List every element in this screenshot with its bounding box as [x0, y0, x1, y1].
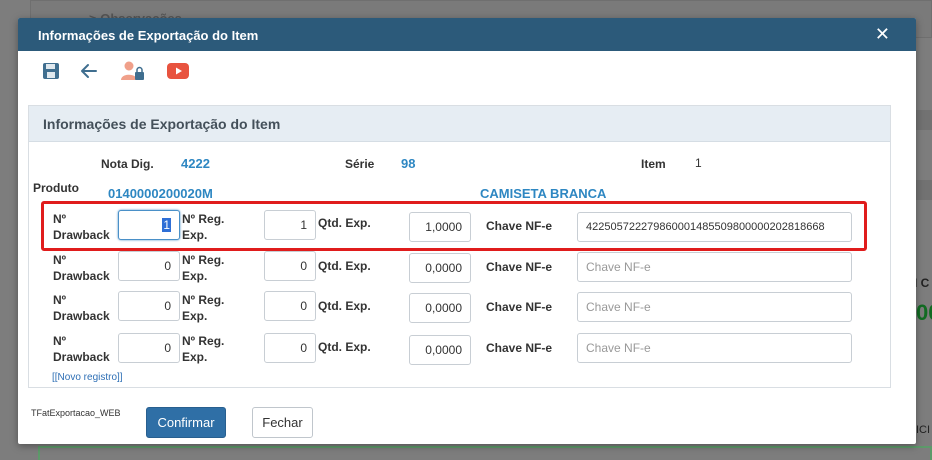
- reg-exp-label: Nº Reg. Exp.: [182, 293, 225, 323]
- youtube-icon[interactable]: [166, 60, 190, 82]
- chave-input[interactable]: Chave NF-e: [577, 292, 852, 322]
- drawback-input[interactable]: 0: [118, 333, 180, 363]
- drawback-input[interactable]: 1: [118, 210, 180, 240]
- produto-code: 0140000200020M: [108, 186, 213, 201]
- modal-title: Informações de Exportação do Item: [38, 28, 259, 43]
- export-info-modal: Informações de Exportação do Item ✕ Info…: [18, 18, 916, 444]
- qtd-exp-label: Qtd. Exp.: [318, 299, 371, 313]
- produto-description: CAMISETA BRANCA: [480, 186, 607, 201]
- save-icon[interactable]: [40, 60, 62, 82]
- modal-header: Informações de Exportação do Item ✕: [18, 18, 916, 51]
- drawback-value: 1: [162, 218, 171, 232]
- reg-exp-label: Nº Reg. Exp.: [182, 334, 225, 364]
- drawback-input[interactable]: 0: [118, 291, 180, 321]
- qtd-exp-input[interactable]: 1,0000: [409, 212, 471, 242]
- background-bottom-panel: [38, 446, 932, 460]
- reg-exp-label: Nº Reg. Exp.: [182, 253, 225, 283]
- toolbar: [18, 51, 916, 91]
- reg-exp-input[interactable]: 1: [264, 210, 316, 240]
- background-block: [915, 180, 932, 200]
- background-text: 00: [916, 300, 932, 325]
- drawback-label: Nº Drawback: [53, 293, 110, 323]
- qtd-exp-input[interactable]: 0,0000: [409, 253, 471, 283]
- qtd-exp-input[interactable]: 0,0000: [409, 293, 471, 323]
- chave-input[interactable]: Chave NF-e: [577, 252, 852, 282]
- user-lock-icon[interactable]: [120, 60, 146, 82]
- nota-value: 4222: [181, 156, 210, 171]
- background-block: [915, 110, 932, 130]
- qtd-exp-label: Qtd. Exp.: [318, 216, 371, 230]
- qtd-exp-label: Qtd. Exp.: [318, 259, 371, 273]
- item-value: 1: [695, 156, 702, 170]
- item-label: Item: [641, 157, 666, 171]
- close-icon[interactable]: ✕: [875, 24, 890, 45]
- drawback-label: Nº Drawback: [53, 334, 110, 364]
- close-button[interactable]: Fechar: [252, 407, 313, 438]
- chave-label: Chave NF-e: [486, 341, 553, 355]
- reg-exp-input[interactable]: 0: [264, 291, 316, 321]
- reg-exp-input[interactable]: 0: [264, 333, 316, 363]
- drawback-label: Nº Drawback: [53, 253, 110, 283]
- serie-label: Série: [345, 157, 375, 171]
- background-text: ICI: [916, 424, 931, 436]
- serie-value: 98: [401, 156, 416, 171]
- chave-input[interactable]: 42250572227986000148550980000020281866​8: [577, 212, 852, 242]
- chave-input[interactable]: Chave NF-e: [577, 333, 852, 363]
- chave-label: Chave NF-e: [486, 219, 553, 233]
- drawback-input[interactable]: 0: [118, 251, 180, 281]
- qtd-exp-input[interactable]: 0,0000: [409, 335, 471, 365]
- drawback-label: Nº Drawback: [53, 212, 110, 242]
- chave-label: Chave NF-e: [486, 260, 553, 274]
- back-arrow-icon[interactable]: [78, 60, 100, 82]
- qtd-exp-label: Qtd. Exp.: [318, 340, 371, 354]
- program-name: TFatExportacao_WEB: [31, 408, 121, 418]
- produto-label: Produto: [33, 181, 79, 195]
- reg-exp-label: Nº Reg. Exp.: [182, 212, 225, 242]
- chave-label: Chave NF-e: [486, 300, 553, 314]
- nota-label: Nota Dig.: [101, 157, 154, 171]
- confirm-button[interactable]: Confirmar: [146, 407, 226, 438]
- background-text: I C: [914, 276, 930, 290]
- new-record-link[interactable]: [[Novo registro]]: [52, 372, 123, 383]
- panel-title: Informações de Exportação do Item: [29, 106, 890, 142]
- reg-exp-input[interactable]: 0: [264, 251, 316, 281]
